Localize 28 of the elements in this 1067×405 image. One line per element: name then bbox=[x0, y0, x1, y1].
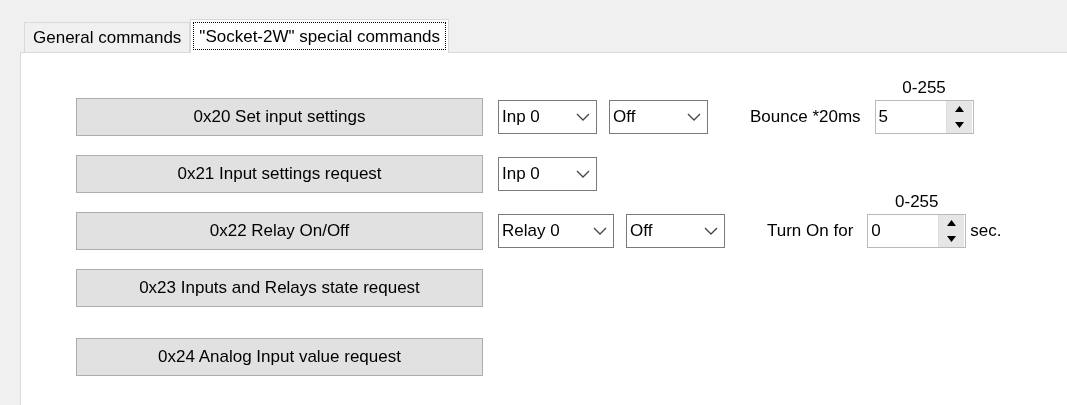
command-button[interactable]: 0x20 Set input settings bbox=[76, 98, 483, 136]
tab[interactable]: General commands bbox=[24, 22, 191, 52]
chevron-down-icon bbox=[704, 227, 718, 235]
command-button[interactable]: 0x23 Inputs and Relays state request bbox=[76, 269, 483, 307]
chevron-down-icon bbox=[576, 113, 590, 121]
chevron-down-icon bbox=[593, 227, 607, 235]
dropdown[interactable]: Relay 0 bbox=[498, 214, 614, 248]
range-label: 0-255 bbox=[902, 78, 946, 98]
command-button[interactable]: 0x22 Relay On/Off bbox=[76, 212, 483, 250]
spin-up-icon[interactable] bbox=[946, 101, 972, 117]
unit-label: sec. bbox=[970, 221, 1002, 241]
field-label: Turn On for bbox=[767, 221, 854, 241]
tab[interactable]: "Socket-2W" special commands bbox=[190, 19, 450, 53]
spin-up-icon[interactable] bbox=[939, 215, 965, 231]
dropdown[interactable]: Off bbox=[609, 100, 708, 134]
command-button[interactable]: 0x21 Input settings request bbox=[76, 155, 483, 193]
range-label: 0-255 bbox=[895, 192, 939, 212]
dropdown[interactable]: Inp 0 bbox=[498, 100, 597, 134]
chevron-down-icon bbox=[687, 113, 701, 121]
dropdown[interactable]: Off bbox=[626, 214, 725, 248]
chevron-down-icon bbox=[576, 170, 590, 178]
number-spinner[interactable]: 0 bbox=[867, 214, 967, 248]
spin-down-icon[interactable] bbox=[946, 117, 972, 133]
field-label: Bounce *20ms bbox=[750, 107, 861, 127]
dropdown[interactable]: Inp 0 bbox=[498, 157, 597, 191]
number-spinner[interactable]: 5 bbox=[874, 100, 974, 134]
command-button[interactable]: 0x24 Analog Input value request bbox=[76, 338, 483, 376]
spin-down-icon[interactable] bbox=[939, 231, 965, 247]
